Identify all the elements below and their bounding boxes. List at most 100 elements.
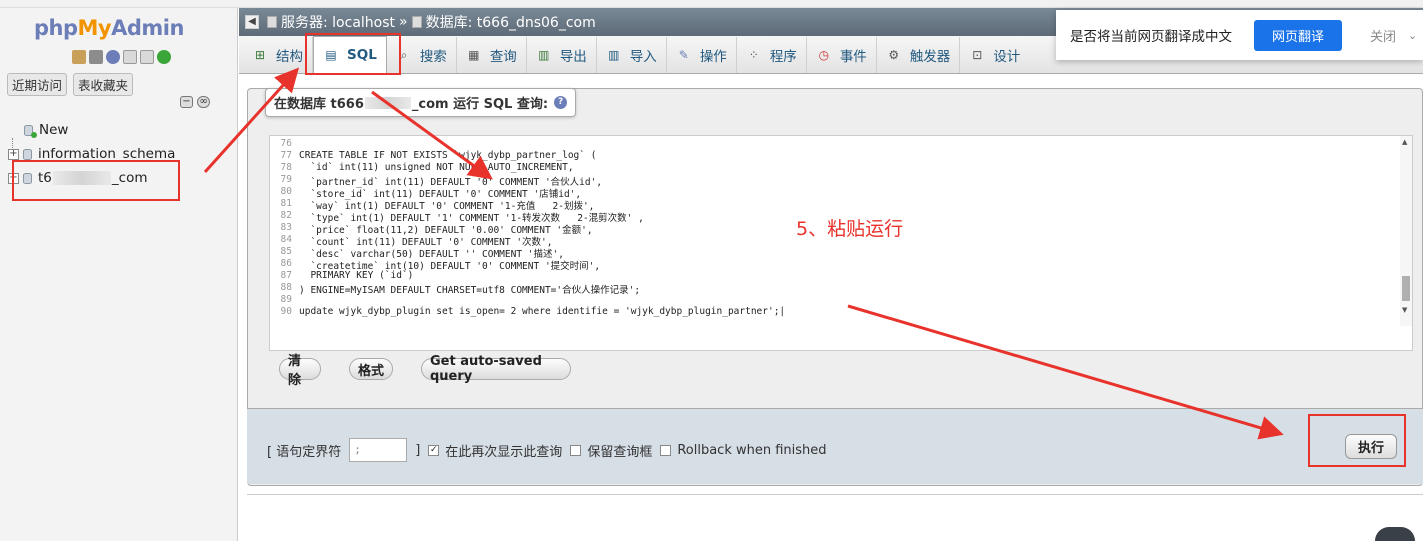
server-icon <box>267 16 277 28</box>
line-number: 82 <box>280 210 292 221</box>
export-icon: ▥ <box>538 48 550 62</box>
delimiter-bracket: ] <box>415 442 421 458</box>
code-line: ) ENGINE=MyISAM DEFAULT CHARSET=utf8 COM… <box>299 285 641 296</box>
tab-label: 查询 <box>489 49 517 65</box>
line-number: 76 <box>280 138 292 149</box>
database-icon <box>23 148 32 160</box>
keep-box-label: 保留查询框 <box>587 444 653 460</box>
line-number: 86 <box>280 258 292 269</box>
tab-label: 操作 <box>699 49 727 65</box>
tab-label: 程序 <box>769 49 797 65</box>
line-gutter: 76 77 78 79 80 81 82 83 84 85 86 87 88 89 90 <box>270 136 294 350</box>
annotation-box-database <box>12 160 180 201</box>
tab-structure[interactable]: ⊞ 结构 <box>243 37 313 73</box>
format-button[interactable]: 格式 <box>349 358 393 380</box>
tab-import[interactable]: ▥ 导入 <box>597 37 667 73</box>
show-again-label: 在此再次显示此查询 <box>445 444 563 460</box>
routines-icon: ⁘ <box>748 48 759 62</box>
logo-my: My <box>77 16 112 40</box>
chevron-down-icon[interactable]: ⌄ <box>1408 29 1417 42</box>
line-number: 87 <box>280 270 292 281</box>
scroll-thumb[interactable] <box>1402 276 1410 301</box>
collapse-all-icon[interactable]: − <box>180 96 193 108</box>
keep-box-checkbox[interactable] <box>570 444 582 456</box>
query-options: [ 语句定界符 ; ] ✓ 在此再次显示此查询 保留查询框 Rollback w… <box>267 438 827 462</box>
database-icon <box>411 16 422 28</box>
tab-label: 导出 <box>559 49 587 65</box>
exit-icon[interactable] <box>89 50 103 64</box>
caption-suffix: _com 运行 SQL 查询: <box>411 97 549 112</box>
tab-export[interactable]: ▥ 导出 <box>527 37 597 73</box>
redacted-text <box>364 96 411 109</box>
line-number: 83 <box>280 222 292 233</box>
line-number: 89 <box>280 294 292 305</box>
phpmyadmin-logo[interactable]: phpMyAdmin <box>34 16 184 40</box>
line-number: 80 <box>280 186 292 197</box>
screen: phpMyAdmin 近期访问 表收藏夹 − ∞ New + informati… <box>0 0 1423 541</box>
tab-designer[interactable]: ⊡ 设计 <box>960 37 1029 73</box>
tab-query[interactable]: ▦ 查询 <box>457 37 527 73</box>
favorites-button[interactable]: 表收藏夹 <box>73 73 134 96</box>
new-db-icon <box>24 124 37 138</box>
nav-icon-bar <box>72 50 171 64</box>
recent-button[interactable]: 近期访问 <box>7 73 68 96</box>
line-number: 85 <box>280 246 292 257</box>
import-icon: ▥ <box>608 48 620 62</box>
tab-label: 导入 <box>629 49 657 65</box>
line-number: 79 <box>280 174 292 185</box>
line-number: 90 <box>280 306 292 317</box>
main-content: ◀ 服务器: localhost » 数据库: t666_dns06_com ⊞… <box>239 8 1423 541</box>
clear-button[interactable]: 清除 <box>279 354 321 388</box>
logo-admin: Admin <box>111 16 184 40</box>
delimiter-input[interactable]: ; <box>349 438 408 462</box>
structure-icon: ⊞ <box>254 48 266 62</box>
sql-editor[interactable]: 76 77 78 79 80 81 82 83 84 85 86 87 88 89 90 CREATE TA… <box>269 135 1413 351</box>
code-line: CREATE TABLE IF NOT EXISTS `wjyk_dybp_pa… <box>299 150 597 161</box>
clock-icon: ◷ <box>818 48 830 62</box>
expand-icon[interactable]: + <box>8 148 19 160</box>
scroll-down-icon[interactable]: ▼ <box>1402 306 1407 314</box>
breadcrumb-server[interactable]: 服务器: localhost <box>281 12 395 32</box>
breadcrumb-database[interactable]: 数据库: t666_dns06_com <box>426 12 596 32</box>
translate-button[interactable]: 网页翻译 <box>1254 19 1343 51</box>
show-again-checkbox[interactable]: ✓ <box>428 444 440 456</box>
query-icon: ▦ <box>468 48 480 62</box>
tab-events[interactable]: ◷ 事件 <box>807 37 877 73</box>
tab-triggers[interactable]: ⚙ 触发器 <box>877 37 961 73</box>
annotation-step-text: 5、粘贴运行 <box>796 218 904 240</box>
back-arrow-icon[interactable]: ◀ <box>245 15 259 29</box>
docs-icon[interactable] <box>123 50 137 64</box>
floating-widget[interactable] <box>1375 527 1415 541</box>
translate-close-button[interactable]: 关闭 <box>1370 26 1396 45</box>
tab-label: 触发器 <box>909 49 951 65</box>
code-line: PRIMARY KEY (`id`) <box>299 270 414 281</box>
rollback-label: Rollback when finished <box>677 442 827 458</box>
link-icon[interactable]: ∞ <box>197 96 210 108</box>
line-number: 88 <box>280 282 292 293</box>
tab-operations[interactable]: ✎ 操作 <box>667 37 737 73</box>
editor-scrollbar[interactable]: ▲ ▼ <box>1400 136 1412 326</box>
code-line: `id` int(11) unsigned NOT NULL AUTO_INCR… <box>299 162 574 173</box>
annotation-box-execute <box>1308 414 1406 467</box>
get-autosaved-button[interactable]: Get auto-saved query <box>421 354 571 384</box>
scroll-up-icon[interactable]: ▲ <box>1402 138 1407 146</box>
logo-php: php <box>34 16 78 40</box>
line-number: 81 <box>280 198 292 209</box>
reload-icon[interactable] <box>157 50 171 64</box>
home-icon[interactable] <box>72 50 86 64</box>
rollback-checkbox[interactable] <box>660 444 672 456</box>
tree-item-new[interactable]: New <box>8 118 175 142</box>
code-line: update wjyk_dybp_plugin set is_open= 2 w… <box>299 306 786 317</box>
translate-prompt: 是否将当前网页翻译成中文 <box>1070 29 1232 45</box>
divider <box>247 494 1423 495</box>
delimiter-label: [ 语句定界符 <box>267 444 342 460</box>
tree-controls: − ∞ <box>180 96 210 108</box>
help-icon[interactable]: ? <box>554 96 568 109</box>
settings-icon[interactable] <box>140 50 154 64</box>
annotation-box-sql-tab <box>305 33 401 75</box>
help-icon[interactable] <box>106 50 120 64</box>
tree-item-label: New <box>39 122 69 138</box>
tab-label: 设计 <box>993 49 1021 65</box>
navigation-panel: phpMyAdmin 近期访问 表收藏夹 − ∞ New + informati… <box>0 8 238 541</box>
tab-routines[interactable]: ⁘ 程序 <box>737 37 807 73</box>
